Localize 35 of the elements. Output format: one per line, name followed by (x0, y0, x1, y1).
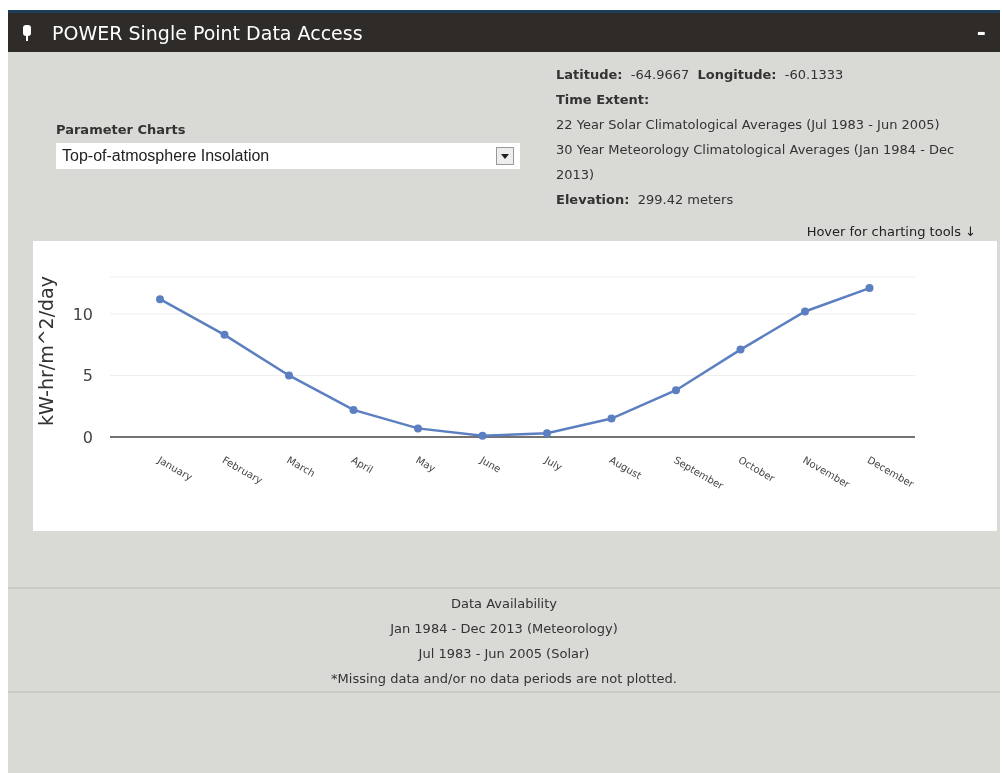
footer-title: Data Availability (451, 595, 557, 613)
window-title: POWER Single Point Data Access (52, 21, 364, 44)
collapse-button[interactable]: - (972, 20, 990, 45)
data-point (220, 330, 229, 339)
info-text: 22 Year Solar Climatological Averages (Jul 1983 - Jun 2005) (556, 116, 941, 134)
data-point (865, 284, 874, 293)
x-tick-label: May (414, 454, 438, 475)
x-tick-label: April (349, 454, 375, 476)
parameter-select[interactable]: Top-of-atmosphere Insolation (56, 143, 520, 169)
y-axis-label: kW-hr/m^2/day (35, 276, 57, 426)
data-point (543, 429, 551, 438)
info-text: Elevation: 299.42 meters (556, 191, 735, 209)
data-point (285, 371, 293, 380)
footer-text: Jan 1984 - Dec 2013 (Meteorology) (390, 620, 618, 638)
marker-icon (22, 24, 32, 41)
parameter-label: Parameter Charts (56, 122, 187, 137)
info-text: 30 Year Meteorology Climatological Averages (Jan 1984 - Dec 2013) (556, 141, 956, 184)
y-tick-label: 5 (82, 366, 93, 386)
data-point (414, 424, 422, 433)
x-tick-label: July (543, 454, 565, 473)
info-label: Time Extent: (556, 91, 651, 109)
charting-tools-hint[interactable]: Hover for charting tools ↓ (806, 224, 976, 239)
y-tick-label: 0 (82, 428, 93, 447)
x-tick-label: June (478, 454, 503, 475)
data-point (672, 386, 680, 395)
data-point (156, 295, 164, 304)
data-point (349, 405, 358, 414)
data-point (801, 307, 809, 316)
data-point (736, 345, 745, 354)
data-point (607, 414, 616, 423)
footer-text: *Missing data and/or no data periods are not plotted. (331, 670, 677, 688)
data-point (478, 431, 487, 440)
info-text: Latitude: -64.9667 Longitude: -60.1333 (556, 66, 845, 84)
y-tick-label: 10 (72, 304, 93, 324)
footer-text: Jul 1983 - Jun 2005 (Solar) (418, 645, 590, 663)
